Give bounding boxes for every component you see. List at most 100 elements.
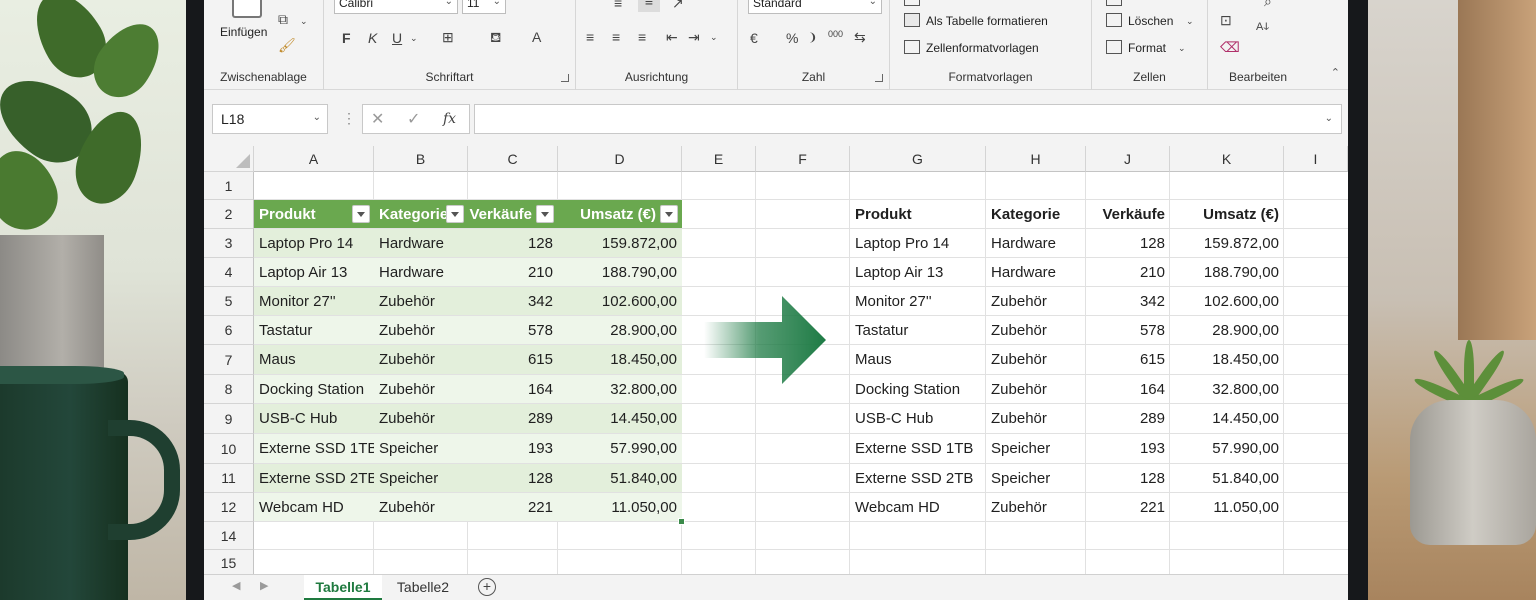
table-cell[interactable]: 615 <box>468 345 558 374</box>
conditional-format-icon[interactable] <box>904 0 920 6</box>
table-cell[interactable]: Zubehör <box>374 493 468 521</box>
bold-button[interactable]: F <box>342 31 351 45</box>
cell[interactable]: Docking Station <box>850 375 986 403</box>
cell[interactable]: Laptop Pro 14 <box>850 229 986 257</box>
font-name-dropdown[interactable]: Calibri ⌄ <box>334 0 458 14</box>
chevron-down-icon[interactable]: ⌄ <box>1186 14 1194 28</box>
cell-styles-icon[interactable] <box>904 40 920 54</box>
decrease-decimal-icon[interactable]: ⇆ <box>854 30 866 44</box>
dialog-launcher-icon[interactable] <box>561 74 569 82</box>
cell[interactable]: Monitor 27'' <box>850 287 986 315</box>
cell[interactable]: 102.600,00 <box>1170 287 1284 315</box>
table-cell[interactable]: Speicher <box>374 434 468 463</box>
column-header[interactable]: B <box>374 146 468 172</box>
cell-styles-button[interactable]: Zellenformatvorlagen <box>926 41 1039 55</box>
row-header[interactable]: 9 <box>204 404 254 434</box>
format-painter-icon[interactable]: 🖌 <box>278 38 296 52</box>
chevron-down-icon[interactable]: ⌄ <box>1178 41 1186 55</box>
row-header[interactable]: 14 <box>204 522 254 550</box>
table-cell[interactable]: Webcam HD <box>254 493 374 521</box>
column-header[interactable]: A <box>254 146 374 172</box>
filter-dropdown-icon[interactable] <box>536 205 554 223</box>
column-header[interactable]: K <box>1170 146 1284 172</box>
cancel-icon[interactable]: ✕ <box>371 109 384 129</box>
column-header[interactable]: C <box>468 146 558 172</box>
align-left-icon[interactable]: ≡ <box>586 30 594 44</box>
table-cell[interactable]: 164 <box>468 375 558 403</box>
row-header[interactable]: 15 <box>204 550 254 576</box>
column-header[interactable]: G <box>850 146 986 172</box>
percent-style-button[interactable]: % <box>786 31 798 45</box>
header-cell[interactable]: Verkäufe <box>1086 200 1170 228</box>
number-format-dropdown[interactable]: Standard ⌄ <box>748 0 882 14</box>
cell[interactable]: Zubehör <box>986 375 1086 403</box>
column-header[interactable]: D <box>558 146 682 172</box>
header-cell[interactable]: Umsatz (€) <box>1170 200 1284 228</box>
cell[interactable]: 57.990,00 <box>1170 434 1284 463</box>
row-header[interactable]: 3 <box>204 229 254 258</box>
expand-formula-icon[interactable]: ⌄ <box>1325 113 1333 124</box>
cell[interactable]: Speicher <box>986 434 1086 463</box>
align-right-icon[interactable]: ≡ <box>638 30 646 44</box>
clear-icon[interactable]: ⌫ <box>1220 40 1240 54</box>
column-header[interactable]: F <box>756 146 850 172</box>
cell[interactable]: 14.450,00 <box>1170 404 1284 433</box>
cell[interactable]: Externe SSD 2TB <box>850 464 986 492</box>
cell[interactable]: Externe SSD 1TB <box>850 434 986 463</box>
more-icon[interactable]: ⋮ <box>342 110 356 127</box>
header-cell[interactable]: Kategorie <box>986 200 1086 228</box>
accounting-format-icon[interactable]: € <box>750 31 758 45</box>
fill-icon[interactable]: ⊡ <box>1220 13 1232 27</box>
cell[interactable]: 578 <box>1086 316 1170 344</box>
row-header[interactable]: 7 <box>204 345 254 375</box>
add-sheet-icon[interactable]: + <box>478 578 496 596</box>
formula-input[interactable]: ⌄ <box>474 104 1342 134</box>
row-header[interactable]: 10 <box>204 434 254 464</box>
chevron-down-icon[interactable]: ⌄ <box>410 31 418 45</box>
cell[interactable]: 18.450,00 <box>1170 345 1284 374</box>
chevron-down-icon[interactable]: ⌄ <box>300 14 308 28</box>
increase-decimal-button[interactable]: 000 <box>828 30 843 39</box>
cell[interactable]: Hardware <box>986 258 1086 286</box>
sheet-tab-tabelle2[interactable]: Tabelle2 <box>384 575 462 600</box>
table-cell[interactable]: 210 <box>468 258 558 286</box>
table-cell[interactable]: 18.450,00 <box>558 345 682 374</box>
cell[interactable]: 128 <box>1086 229 1170 257</box>
decrease-indent-icon[interactable]: ⇤ <box>666 30 678 44</box>
table-cell[interactable]: Docking Station <box>254 375 374 403</box>
table-cell[interactable]: 57.990,00 <box>558 434 682 463</box>
filter-dropdown-icon[interactable] <box>352 205 370 223</box>
table-cell[interactable]: 188.790,00 <box>558 258 682 286</box>
name-box[interactable]: L18 ⌄ <box>212 104 328 134</box>
cell[interactable]: Speicher <box>986 464 1086 492</box>
table-cell[interactable]: Maus <box>254 345 374 374</box>
row-header[interactable]: 12 <box>204 493 254 522</box>
table-cell[interactable]: Speicher <box>374 464 468 492</box>
cell[interactable]: Zubehör <box>986 404 1086 433</box>
table-cell[interactable]: Externe SSD 1TB <box>254 434 377 463</box>
table-cell[interactable]: 128 <box>468 464 558 492</box>
table-cell[interactable]: 51.840,00 <box>558 464 682 492</box>
cell[interactable]: Zubehör <box>986 493 1086 521</box>
font-color-icon[interactable]: A <box>532 30 541 44</box>
column-header[interactable]: J <box>1086 146 1170 172</box>
table-cell[interactable]: 342 <box>468 287 558 315</box>
align-bottom-icon[interactable]: ≡ <box>638 0 660 12</box>
cell[interactable]: Maus <box>850 345 986 374</box>
table-cell[interactable]: Zubehör <box>374 345 468 374</box>
table-cell[interactable]: 28.900,00 <box>558 316 682 344</box>
font-size-dropdown[interactable]: 11 ⌄ <box>462 0 506 14</box>
header-cell[interactable]: Produkt <box>850 200 986 228</box>
align-center-icon[interactable]: ≡ <box>612 30 620 44</box>
cell[interactable]: 342 <box>1086 287 1170 315</box>
cell[interactable]: Zubehör <box>986 345 1086 374</box>
row-header[interactable]: 11 <box>204 464 254 493</box>
format-as-table-button[interactable]: Als Tabelle formatieren <box>926 14 1048 28</box>
paste-icon[interactable] <box>232 0 262 18</box>
table-cell[interactable]: 578 <box>468 316 558 344</box>
cell[interactable]: 164 <box>1086 375 1170 403</box>
filter-dropdown-icon[interactable] <box>660 205 678 223</box>
table-cell[interactable]: Zubehör <box>374 375 468 403</box>
table-cell[interactable]: Hardware <box>374 229 468 257</box>
insert-function-button[interactable]: fx <box>443 111 456 127</box>
